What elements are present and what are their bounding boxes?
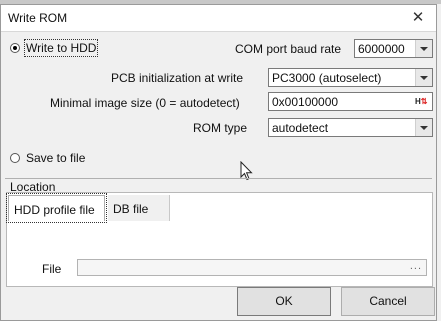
location-divider xyxy=(5,178,432,179)
title-bar: Write ROM ✕ xyxy=(1,5,436,32)
rom-type-label: ROM type xyxy=(193,121,248,135)
write-to-hdd-label[interactable]: Write to HDD xyxy=(23,39,99,57)
hex-toggle-icon[interactable]: H⇅ xyxy=(415,96,429,107)
ok-button[interactable]: OK xyxy=(237,287,331,316)
window-title: Write ROM xyxy=(8,11,68,25)
browse-icon[interactable]: ... xyxy=(410,260,422,272)
rom-type-value: autodetect xyxy=(272,121,329,135)
close-icon[interactable]: ✕ xyxy=(406,7,430,29)
write-rom-dialog: Write ROM ✕ Write to HDD COM port baud r… xyxy=(0,4,437,321)
baud-rate-select[interactable]: 6000000 xyxy=(354,39,433,58)
file-label: File xyxy=(42,262,62,276)
pcb-init-label: PCB initialization at write xyxy=(111,71,244,85)
cancel-button[interactable]: Cancel xyxy=(341,287,435,316)
file-path-input[interactable]: ... xyxy=(77,259,427,276)
min-image-size-value: 0x00100000 xyxy=(272,95,339,109)
tab-hdd-profile-file[interactable]: HDD profile file xyxy=(6,193,107,223)
chevron-down-icon[interactable] xyxy=(415,119,432,136)
write-to-hdd-radio[interactable] xyxy=(10,43,20,53)
pcb-init-select[interactable]: PC3000 (autoselect) xyxy=(268,68,433,87)
save-to-file-label[interactable]: Save to file xyxy=(26,151,85,165)
min-image-size-label: Minimal image size (0 = autodetect) xyxy=(50,96,240,110)
tab-db-file[interactable]: DB file xyxy=(108,195,170,221)
chevron-down-icon[interactable] xyxy=(415,40,432,57)
rom-type-select[interactable]: autodetect xyxy=(268,118,433,137)
save-to-file-radio[interactable] xyxy=(10,153,20,163)
chevron-down-icon[interactable] xyxy=(415,69,432,86)
baud-rate-value: 6000000 xyxy=(358,42,405,56)
pcb-init-value: PC3000 (autoselect) xyxy=(272,71,382,85)
baud-rate-label: COM port baud rate xyxy=(235,42,342,56)
min-image-size-input[interactable]: 0x00100000 H⇅ xyxy=(268,92,433,111)
